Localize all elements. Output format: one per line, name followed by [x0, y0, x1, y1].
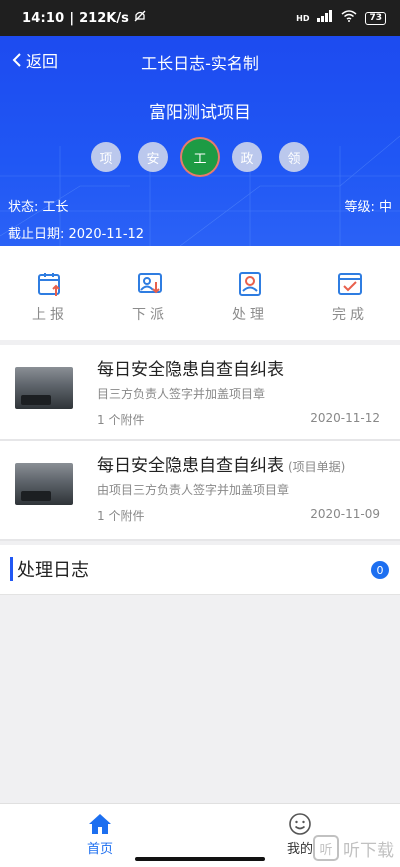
- report-label: 上报: [32, 307, 68, 323]
- home-icon: [89, 814, 111, 834]
- item-attachments: 1 个附件: [97, 509, 145, 523]
- project-name: 富阳测试项目: [149, 103, 251, 123]
- watermark-text: 听下载: [343, 840, 394, 861]
- item-date: 2020-11-12: [310, 411, 380, 425]
- role-item-project[interactable]: 项: [91, 142, 121, 172]
- signal-hd-label: HD: [296, 13, 310, 23]
- status-text: 状态: 工长: [8, 200, 69, 215]
- log-title: 处理日志: [17, 560, 89, 581]
- list-item[interactable]: 每日安全隐患自查自纠表 目三方负责人签字并加盖项目章 1 个附件 2020-11…: [0, 345, 400, 441]
- status-divider: |: [69, 10, 75, 26]
- action-row: 上报 下派 处理 完成: [0, 246, 400, 340]
- list-item[interactable]: 每日安全隐患自查自纠表 (项目单据) 由项目三方负责人签字并加盖项目章 1 个附件…: [0, 441, 400, 541]
- item-description: 由项目三方负责人签字并加盖项目章: [97, 483, 290, 497]
- page-title: 工长日志-实名制: [141, 54, 259, 73]
- report-button[interactable]: 上报: [0, 246, 100, 340]
- watermark-logo: 听 听下载: [313, 835, 394, 861]
- level-text: 等级: 中: [344, 200, 392, 215]
- home-indicator: [135, 857, 265, 861]
- record-thumbnail: [15, 367, 73, 409]
- battery-icon: 73: [365, 11, 386, 25]
- status-time: 14:10: [22, 10, 65, 26]
- role-item-government[interactable]: 政: [232, 142, 262, 172]
- report-upload-icon: [38, 273, 60, 296]
- handle-label: 处理: [232, 307, 268, 323]
- item-date: 2020-11-09: [310, 507, 380, 521]
- system-status-bar: 14:10 | 212K/s HD 73: [0, 0, 400, 36]
- item-title: 每日安全隐患自查自纠表: [97, 456, 284, 476]
- signal-icon: [317, 10, 333, 26]
- handle-button[interactable]: 处理: [200, 246, 300, 340]
- mute-icon: [133, 9, 147, 27]
- role-item-leader[interactable]: 领: [279, 142, 309, 172]
- tab-profile-label: 我的: [286, 842, 313, 857]
- item-title-row: 每日安全隐患自查自纠表 (项目单据): [97, 451, 345, 476]
- status-net-speed: 212K/s: [79, 10, 129, 26]
- complete-label: 完成: [332, 307, 368, 323]
- dispatch-button[interactable]: 下派: [100, 246, 200, 340]
- item-attachments: 1 个附件: [97, 413, 145, 427]
- item-title: 每日安全隐患自查自纠表: [97, 360, 284, 380]
- record-thumbnail: [15, 463, 73, 505]
- status-right: HD 73: [296, 10, 386, 26]
- log-count-badge: 0: [371, 561, 389, 579]
- process-log-section[interactable]: 处理日志 0: [0, 545, 400, 595]
- nav-row: 返回 工长日志-实名制: [0, 48, 400, 74]
- deadline-text: 截止日期: 2020-11-12: [8, 227, 145, 242]
- section-accent-bar: [10, 557, 13, 581]
- wifi-icon: [341, 10, 357, 26]
- role-item-safety[interactable]: 安: [138, 142, 168, 172]
- dispatch-label: 下派: [132, 307, 168, 323]
- item-tag: (项目单据): [288, 460, 346, 474]
- tab-home-label: 首页: [86, 842, 113, 857]
- project-header: 返回 工长日志-实名制 富阳测试项目 项 安 工 政 领 状态: 工长 等级: …: [0, 36, 400, 246]
- watermark-box: 听: [313, 835, 339, 861]
- dispatch-icon: [138, 273, 162, 294]
- complete-button[interactable]: 完成: [300, 246, 400, 340]
- item-description: 目三方负责人签字并加盖项目章: [97, 387, 266, 401]
- complete-check-icon: [338, 273, 362, 295]
- role-selector: 项 安 工 政 领: [0, 142, 400, 172]
- profile-smile-icon: [289, 813, 311, 835]
- role-item-foreman[interactable]: 工: [185, 142, 215, 172]
- handle-user-icon: [239, 272, 261, 296]
- record-list: 每日安全隐患自查自纠表 目三方负责人签字并加盖项目章 1 个附件 2020-11…: [0, 345, 400, 541]
